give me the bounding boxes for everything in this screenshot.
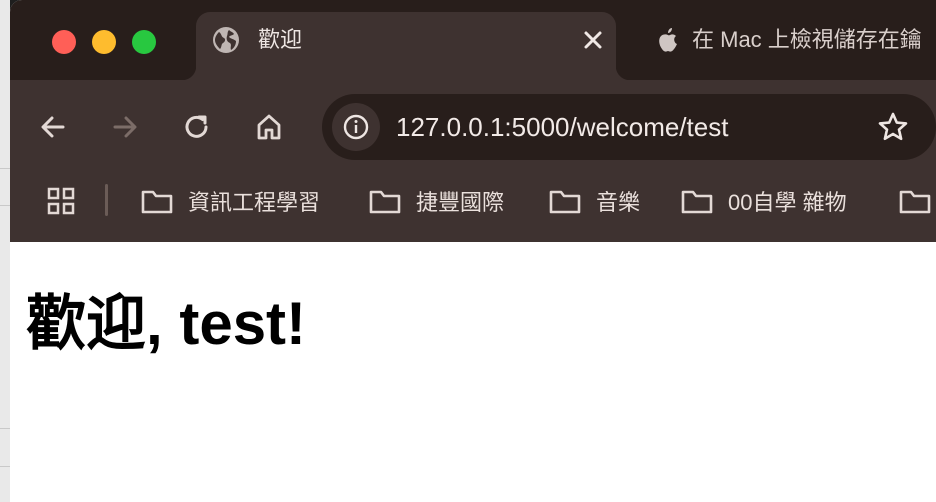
background-window-edge	[0, 0, 10, 502]
bookmark-label: 資訊工程學習	[188, 190, 321, 215]
url-text[interactable]: 127.0.0.1:5000/welcome/test	[396, 112, 728, 142]
folder-icon	[549, 190, 581, 214]
title-bar: 歡迎 在 Mac 上檢視儲存在鑰	[10, 0, 936, 80]
address-bar[interactable]: 127.0.0.1:5000/welcome/test	[322, 94, 936, 160]
bookmark-folder-more[interactable]	[898, 184, 932, 218]
bookmarks-bar: 資訊工程學習 捷豐國際 音樂 00自學 雜物	[10, 180, 936, 224]
apple-icon	[659, 28, 677, 52]
globe-icon	[213, 27, 239, 53]
home-icon[interactable]	[252, 110, 286, 144]
bookmark-folder-music[interactable]: 音樂	[548, 184, 640, 218]
apps-grid-icon[interactable]	[46, 186, 76, 216]
bookmark-label: 音樂	[596, 190, 641, 215]
tab-title: 歡迎	[258, 27, 303, 52]
bookmark-label: 捷豐國際	[416, 190, 505, 215]
reload-icon[interactable]	[180, 110, 214, 144]
bookmarks-separator	[105, 184, 108, 216]
forward-arrow-icon[interactable]	[108, 110, 142, 144]
page-content: 歡迎, test!	[10, 242, 936, 502]
tab-mac-keychain[interactable]: 在 Mac 上檢視儲存在鑰	[642, 12, 936, 68]
folder-icon	[899, 190, 931, 214]
welcome-heading: 歡迎, test!	[26, 290, 307, 357]
folder-icon	[141, 190, 173, 214]
info-icon	[343, 114, 369, 140]
toolbar: 127.0.0.1:5000/welcome/test 資訊工程學習 捷豐國際 …	[10, 80, 936, 242]
bookmark-folder-company[interactable]: 捷豐國際	[368, 184, 504, 218]
back-arrow-icon[interactable]	[36, 110, 70, 144]
bookmark-folder-study[interactable]: 資訊工程學習	[140, 184, 320, 218]
bookmark-label: 00自學 雜物	[728, 190, 847, 215]
folder-icon	[369, 190, 401, 214]
browser-window: 歡迎 在 Mac 上檢視儲存在鑰 127.0.0.1:5000/welcome/…	[10, 0, 936, 502]
close-tab-icon[interactable]	[581, 26, 605, 54]
tab-welcome[interactable]: 歡迎	[182, 12, 630, 80]
site-info-button[interactable]	[332, 103, 380, 151]
close-window-button[interactable]	[52, 30, 76, 54]
maximize-window-button[interactable]	[132, 30, 156, 54]
bookmark-folder-misc[interactable]: 00自學 雜物	[680, 184, 847, 218]
folder-icon	[681, 190, 713, 214]
tab-title: 在 Mac 上檢視儲存在鑰	[692, 27, 922, 52]
minimize-window-button[interactable]	[92, 30, 116, 54]
bookmark-star-icon[interactable]	[877, 111, 909, 143]
